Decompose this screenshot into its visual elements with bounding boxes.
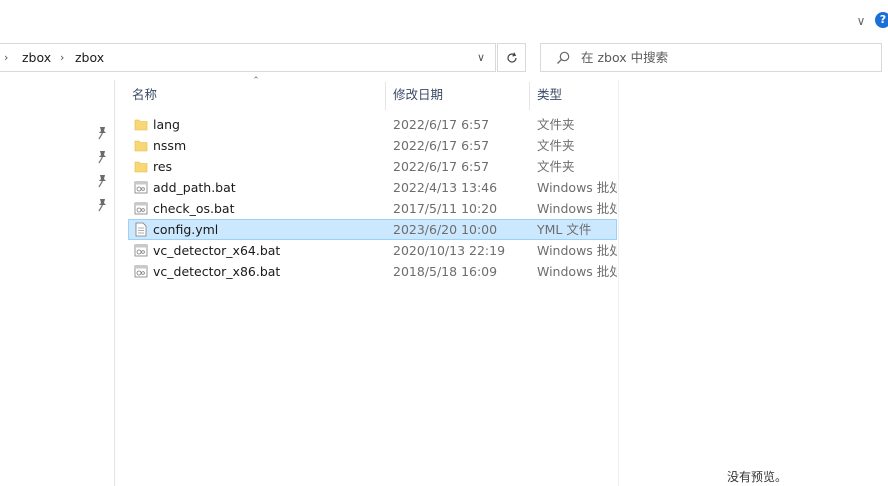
file-date: 2022/6/17 6:57 [393,117,490,132]
file-row-add-path[interactable]: add_path.bat 2022/4/13 13:46 Windows 批处理… [128,177,617,198]
file-type: 文件夹 [537,159,575,174]
file-date: 2020/10/13 22:19 [393,243,506,258]
bat-file-icon [134,265,148,278]
file-row-config-yml[interactable]: config.yml 2023/6/20 10:00 YML 文件 [128,219,617,240]
breadcrumb-zbox-current[interactable]: zbox [75,44,104,71]
ribbon-collapse-icon[interactable]: ∨ [854,14,868,28]
file-type: Windows 批处理文件 [537,180,617,195]
file-type: 文件夹 [537,117,575,132]
search-box[interactable]: 在 zbox 中搜索 [540,43,882,72]
file-name: res [153,159,173,174]
file-name: vc_detector_x64.bat [153,243,281,258]
file-row-check-os[interactable]: check_os.bat 2017/5/11 10:20 Windows 批处理… [128,198,617,219]
text-file-icon [135,222,147,237]
file-name: config.yml [153,222,219,237]
column-header-row: 名称 修改日期 类型 [115,80,617,110]
file-name: add_path.bat [153,180,236,195]
file-date: 2017/5/11 10:20 [393,201,498,216]
refresh-button[interactable] [497,43,526,72]
file-row-nssm[interactable]: nssm 2022/6/17 6:57 文件夹 [128,135,617,156]
file-row-vc-detector-x86[interactable]: vc_detector_x86.bat 2018/5/18 16:09 Wind… [128,261,617,282]
refresh-icon [506,52,517,63]
file-name: vc_detector_x86.bat [153,264,281,279]
bat-file-icon [134,244,148,257]
pin-icon[interactable] [96,126,108,140]
column-divider[interactable] [529,82,530,110]
file-date: 2018/5/18 16:09 [393,264,498,279]
column-divider[interactable] [385,82,386,110]
preview-empty-text: 没有预览。 [727,470,788,484]
breadcrumb-separator-icon[interactable]: › [4,44,8,71]
file-date: 2022/6/17 6:57 [393,159,490,174]
file-date: 2023/6/20 10:00 [393,222,498,237]
navigation-pane [0,80,115,486]
file-name: lang [153,117,180,132]
file-row-vc-detector-x64[interactable]: vc_detector_x64.bat 2020/10/13 22:19 Win… [128,240,617,261]
search-icon [557,51,570,64]
file-type: Windows 批处理文件 [537,243,617,258]
file-row-res[interactable]: res 2022/6/17 6:57 文件夹 [128,156,617,177]
folder-icon [134,161,148,173]
file-type: YML 文件 [537,222,592,237]
preview-pane-divider[interactable] [618,80,619,486]
column-header-type[interactable]: 类型 [537,80,562,110]
search-input[interactable]: 在 zbox 中搜索 [581,44,668,71]
ribbon-bar: ∨ ? [0,0,888,40]
folder-icon [134,140,148,152]
folder-icon [134,119,148,131]
file-row-lang[interactable]: lang 2022/6/17 6:57 文件夹 [128,114,617,135]
column-header-date[interactable]: 修改日期 [393,80,443,110]
pin-icon[interactable] [96,150,108,164]
file-date: 2022/6/17 6:57 [393,138,490,153]
pin-icon[interactable] [96,198,108,212]
breadcrumb-zbox-parent[interactable]: zbox [22,44,51,71]
breadcrumb-separator-icon[interactable]: › [60,44,64,71]
bat-file-icon [134,181,148,194]
file-type: 文件夹 [537,138,575,153]
bat-file-icon [134,202,148,215]
column-header-name[interactable]: 名称 [132,80,157,110]
address-dropdown-icon[interactable]: ∨ [468,44,494,71]
file-name: nssm [153,138,187,153]
file-type: Windows 批处理文件 [537,264,617,279]
pin-icon[interactable] [96,174,108,188]
file-date: 2022/4/13 13:46 [393,180,498,195]
file-type: Windows 批处理文件 [537,201,617,216]
help-icon[interactable]: ? [875,12,888,28]
file-name: check_os.bat [153,201,235,216]
address-bar[interactable]: › zbox › zbox ∨ [0,43,496,72]
